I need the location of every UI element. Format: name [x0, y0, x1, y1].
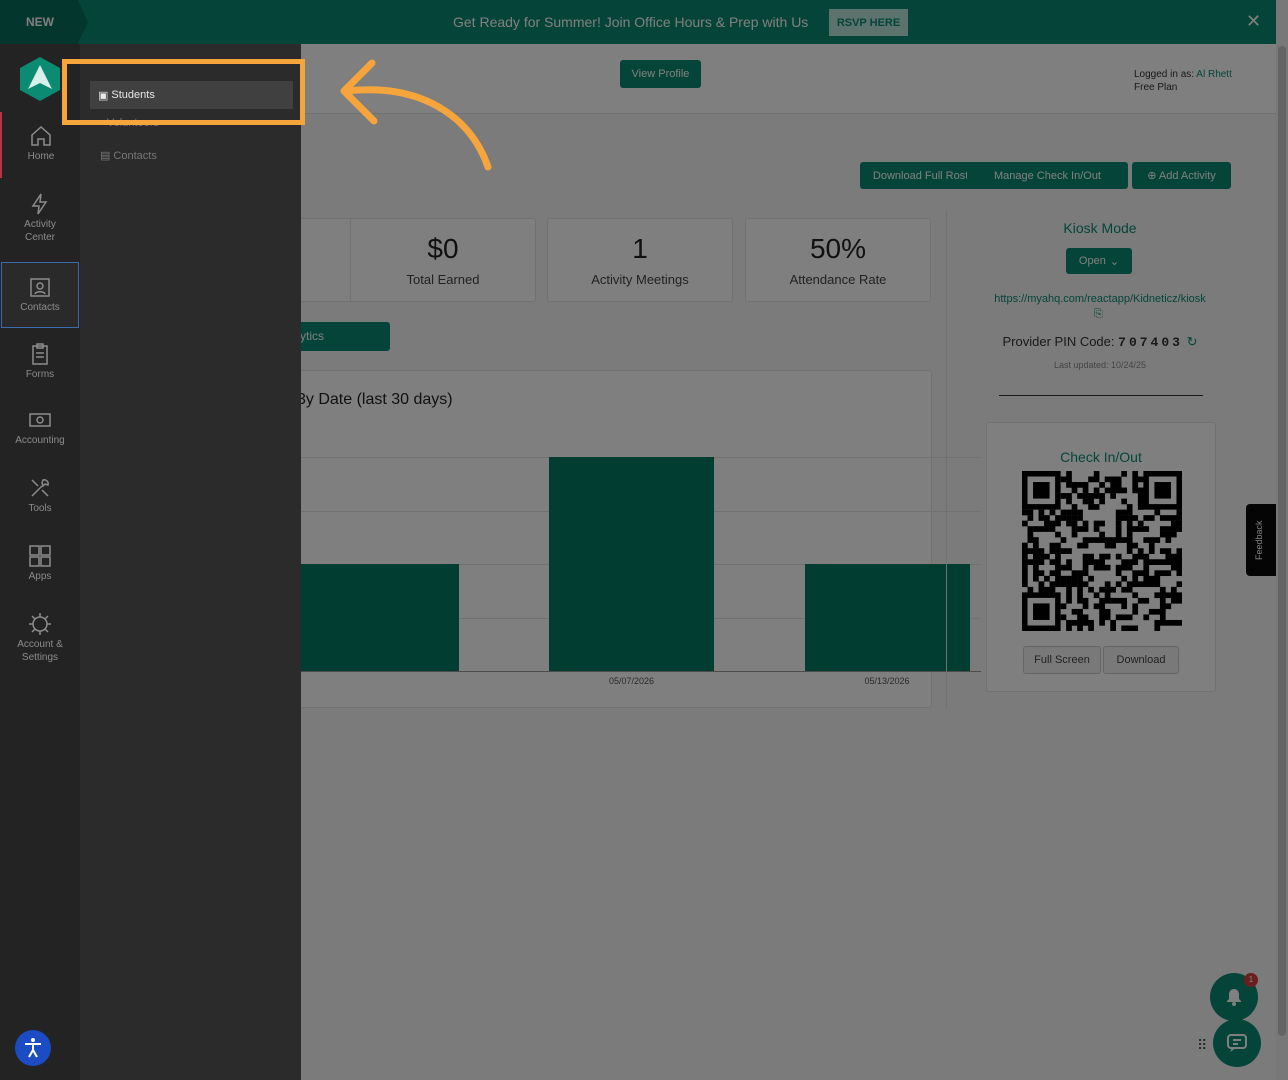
- stat-label: Attendance Rate: [789, 272, 887, 287]
- column-divider: [946, 210, 947, 708]
- chart-tick-label: 05/07/2026: [608, 676, 655, 686]
- notification-badge: 1: [1244, 973, 1258, 987]
- rail-label: Activity Center: [24, 219, 56, 243]
- stat-value: $0: [427, 233, 459, 264]
- add-activity-button[interactable]: ⊕ Add Activity: [1132, 162, 1231, 189]
- accessibility-icon: [25, 1038, 41, 1058]
- pin-label: Provider PIN Code:: [1002, 334, 1115, 349]
- refresh-icon[interactable]: ↻: [1187, 334, 1198, 349]
- drag-handle-icon[interactable]: ⠿: [1197, 1038, 1207, 1052]
- bell-icon: [1227, 989, 1241, 1006]
- rail-label: Tools: [28, 503, 52, 514]
- pin-code: 707403: [1118, 335, 1183, 350]
- scrollbar-thumb[interactable]: [1278, 46, 1286, 1036]
- user-name-link[interactable]: Al Rhett: [1196, 69, 1232, 80]
- chart-bar[interactable]: [549, 457, 714, 671]
- chart-x-axis: [241, 671, 981, 672]
- stat-card-attendance-rate: 50% Attendance Rate: [745, 218, 931, 302]
- icon-rail: Home Activity Center Contacts Forms Acco…: [0, 44, 80, 1080]
- gear-icon: [29, 613, 51, 635]
- rail-label: Contacts: [20, 302, 60, 313]
- rail-item-contacts[interactable]: Contacts: [1, 262, 79, 328]
- kiosk-url-link[interactable]: https://myahq.com/reactapp/Kidneticz/kio…: [948, 293, 1252, 305]
- rail-item-forms[interactable]: Forms: [0, 330, 80, 396]
- tools-icon: [31, 479, 49, 497]
- stat-card-activity-meetings: 1 Activity Meetings: [547, 218, 733, 302]
- home-icon: [31, 125, 51, 146]
- chart-bar[interactable]: [293, 564, 459, 671]
- kiosk-open-label: Open: [1078, 255, 1106, 267]
- stat-label: Total Earned: [406, 272, 480, 287]
- contacts-icon: [30, 278, 50, 297]
- lightning-icon: [31, 193, 48, 215]
- submenu-item-contacts[interactable]: ▤ Contacts: [100, 149, 157, 163]
- stat-value: 1: [632, 233, 648, 264]
- add-circle-icon: ⊕: [1147, 170, 1157, 182]
- rail-label: Account & Settings: [17, 639, 63, 663]
- rail-label: Forms: [25, 369, 55, 380]
- chat-icon: [1227, 1034, 1247, 1052]
- accessibility-button[interactable]: [15, 1030, 51, 1066]
- new-tag: NEW: [0, 0, 88, 44]
- stat-label: Activity Meetings: [591, 272, 689, 287]
- chevron-down-icon: ⌄: [1109, 255, 1120, 268]
- download-qr-button[interactable]: Download: [1103, 646, 1179, 674]
- attendance-chart-card: 3y Date (last 30 days) 202605/07/202605/…: [240, 370, 981, 708]
- stat-value: 50%: [809, 233, 867, 264]
- clipboard-icon: [32, 343, 48, 365]
- contacts-list-icon: ▤: [100, 150, 111, 162]
- submenu-label: Contacts: [113, 149, 157, 162]
- copy-icon[interactable]: ⎘: [1094, 308, 1103, 321]
- kiosk-open-dropdown[interactable]: Open ⌄: [1066, 248, 1132, 274]
- logged-in-prefix: Logged in as:: [1134, 69, 1195, 80]
- feedback-label: Feedback: [1254, 520, 1264, 560]
- chart-title: 3y Date (last 30 days): [297, 391, 453, 408]
- checkin-title: Check In/Out: [1060, 449, 1142, 465]
- rsvp-button[interactable]: RSVP HERE: [829, 9, 908, 36]
- close-icon[interactable]: ✕: [1246, 12, 1261, 30]
- add-activity-label: Add Activity: [1158, 170, 1216, 182]
- contacts-submenu: ▣ Students ▫ Volunteers ▤ Contacts: [80, 44, 301, 1080]
- rail-item-accounting[interactable]: Accounting: [0, 396, 80, 462]
- money-icon: [29, 413, 51, 427]
- qr-code-icon: [1022, 471, 1183, 632]
- kiosk-title: Kiosk Mode: [1063, 220, 1137, 236]
- chart-bar[interactable]: [804, 564, 970, 671]
- app-logo[interactable]: [19, 56, 61, 102]
- checkin-card: Check In/Out Full Screen Download: [986, 422, 1216, 692]
- highlight-box: [62, 59, 305, 125]
- pointer-arrow-icon: [340, 59, 492, 171]
- last-updated: Last updated: 10/24/25: [1053, 360, 1147, 370]
- full-screen-button[interactable]: Full Screen: [1023, 646, 1101, 674]
- chart-tick-label: 05/13/2026: [864, 676, 910, 686]
- view-profile-button[interactable]: View Profile: [620, 60, 701, 88]
- announcement-banner: NEW Get Ready for Summer! Join Office Ho…: [0, 0, 1276, 44]
- chat-button[interactable]: [1213, 1019, 1261, 1067]
- divider: [999, 395, 1203, 396]
- manage-checkin-button[interactable]: Manage Check In/Out: [967, 162, 1128, 189]
- rail-item-apps[interactable]: Apps: [0, 532, 80, 598]
- rail-label: Accounting: [15, 435, 65, 446]
- pin-row: Provider PIN Code: 707403 ↻: [948, 334, 1252, 350]
- feedback-tab[interactable]: Feedback: [1246, 504, 1276, 576]
- rail-item-account-settings[interactable]: Account & Settings: [0, 600, 80, 672]
- rail-label: Home: [27, 151, 55, 162]
- plan-label: Free Plan: [1134, 82, 1178, 93]
- stat-card-total-earned: $0 Total Earned: [350, 218, 536, 302]
- banner-message: Get Ready for Summer! Join Office Hours …: [453, 14, 809, 30]
- apps-icon: [29, 545, 51, 567]
- rail-item-tools[interactable]: Tools: [0, 464, 80, 530]
- rail-label: Apps: [28, 571, 52, 582]
- rail-item-activity-center[interactable]: Activity Center: [0, 180, 80, 250]
- logged-in-info: Logged in as: Al Rhett Free Plan: [1134, 68, 1232, 94]
